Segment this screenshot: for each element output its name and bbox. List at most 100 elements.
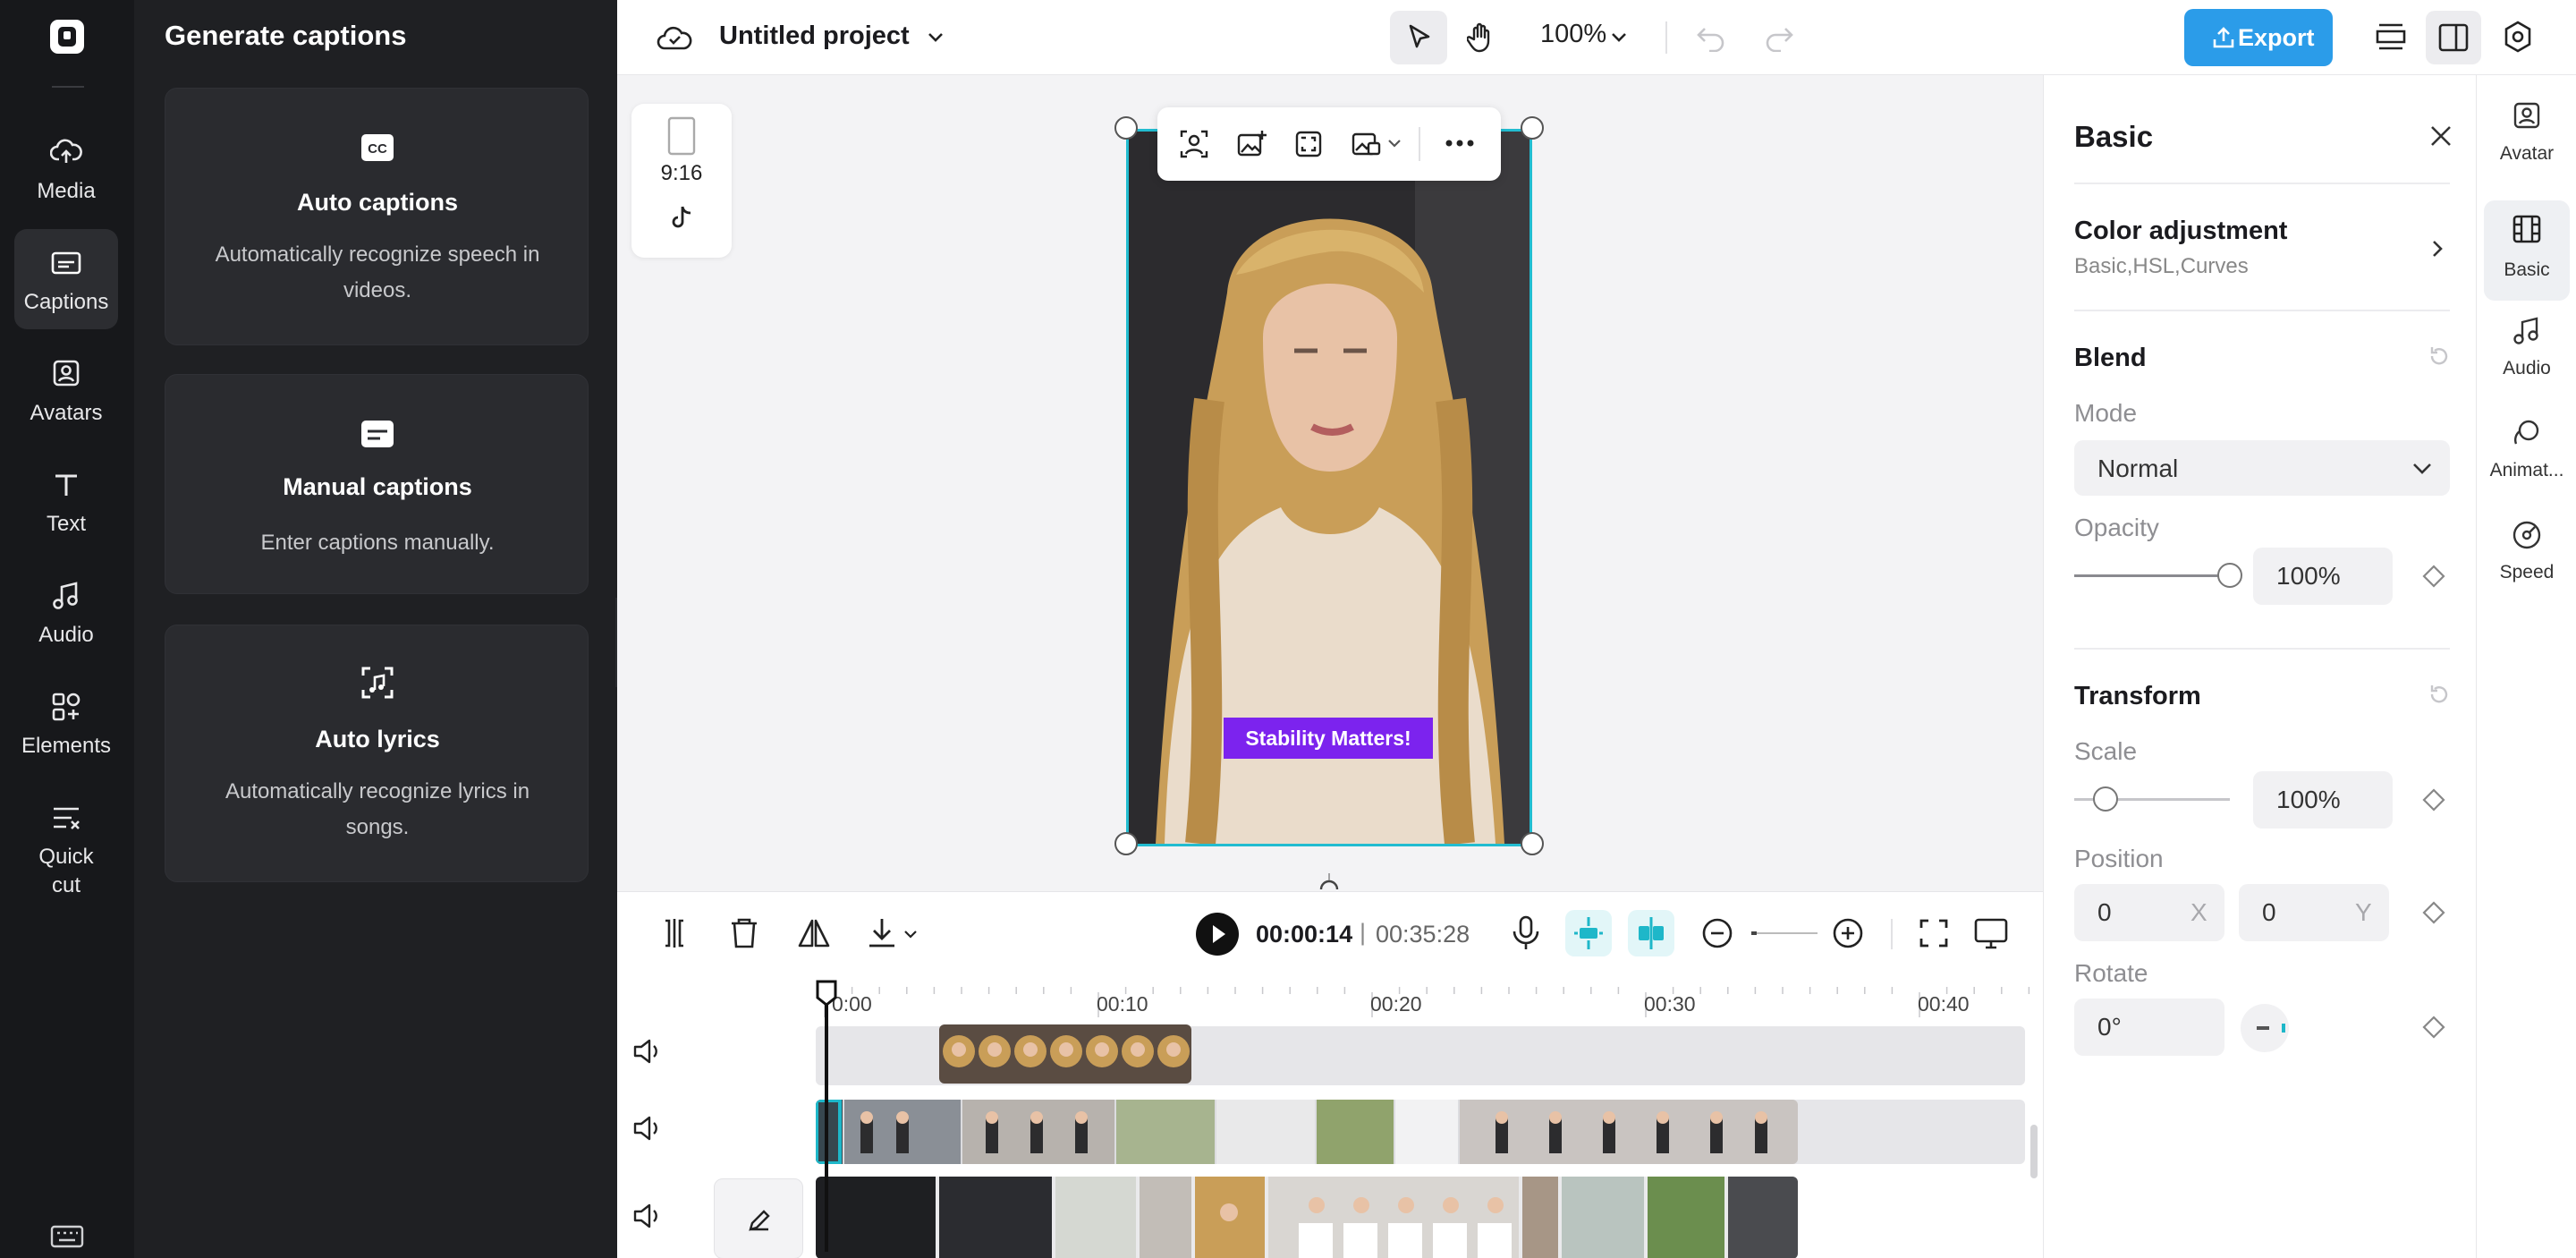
- keyframe-icon[interactable]: [2421, 564, 2446, 589]
- right-rail-item-basic[interactable]: Basic: [2484, 200, 2570, 301]
- rail-label: Media: [37, 179, 96, 203]
- opacity-slider[interactable]: [2074, 574, 2230, 577]
- crop-icon[interactable]: [1293, 129, 1324, 159]
- position-y-input[interactable]: 0 Y: [2239, 884, 2389, 941]
- aspect-ratio-card[interactable]: 9:16: [631, 104, 732, 258]
- layers-icon[interactable]: [2374, 21, 2408, 54]
- chevron-down-icon[interactable]: [925, 27, 946, 48]
- keyboard-icon[interactable]: [50, 1224, 84, 1249]
- resize-handle-bl[interactable]: [1114, 832, 1138, 855]
- reset-icon[interactable]: [2427, 344, 2452, 369]
- hand-tool-button[interactable]: [1453, 11, 1510, 64]
- main-video-clips[interactable]: [816, 1100, 1798, 1164]
- playhead-handle[interactable]: [816, 980, 837, 1007]
- right-rail-item-animation[interactable]: Animat...: [2484, 404, 2570, 501]
- playhead[interactable]: [825, 983, 828, 1252]
- zoom-chevron-icon[interactable]: [1608, 27, 1630, 48]
- position-x-input[interactable]: 0 X: [2074, 884, 2224, 941]
- layout-toggle-button[interactable]: [2426, 11, 2481, 64]
- rotate-handle-icon[interactable]: [1317, 873, 1342, 891]
- more-icon[interactable]: [1442, 134, 1478, 152]
- cloud-save-icon[interactable]: [657, 21, 692, 54]
- track-mute-icon[interactable]: [631, 1035, 664, 1067]
- speed-icon: [2512, 521, 2541, 549]
- music-note-icon: [2513, 317, 2538, 344]
- rail-item-avatars[interactable]: Avatars: [14, 340, 118, 440]
- chevron-down-icon[interactable]: [1386, 138, 1402, 150]
- keyframe-icon[interactable]: [2421, 1015, 2446, 1040]
- broll-track-clips[interactable]: [816, 1177, 1798, 1258]
- blend-mode-select[interactable]: Normal: [2074, 440, 2450, 496]
- rail-item-quick-cut[interactable]: Quick cut: [14, 784, 118, 909]
- auto-captions-card[interactable]: CC Auto captions Automatically recognize…: [165, 88, 589, 345]
- keyframe-icon[interactable]: [2421, 787, 2446, 812]
- play-button[interactable]: [1195, 912, 1240, 956]
- rail-item-elements[interactable]: Elements: [14, 673, 118, 773]
- rotate-dial[interactable]: [2239, 1002, 2291, 1054]
- export-button[interactable]: Export: [2184, 9, 2333, 66]
- resize-handle-tr[interactable]: [1521, 116, 1544, 140]
- right-rail-item-audio[interactable]: Audio: [2484, 302, 2570, 399]
- tick-label: 00:20: [1370, 992, 1422, 1016]
- image-adjust-icon[interactable]: [1351, 129, 1381, 159]
- close-icon[interactable]: [2427, 122, 2455, 150]
- rotate-input[interactable]: 0°: [2074, 999, 2224, 1056]
- zoom-in-icon[interactable]: [1825, 910, 1871, 956]
- opacity-slider-knob[interactable]: [2217, 563, 2242, 588]
- pencil-icon: [749, 1210, 770, 1231]
- edit-cover-button[interactable]: [714, 1178, 803, 1258]
- select-tool-button[interactable]: [1390, 11, 1447, 64]
- track-mute-icon[interactable]: [631, 1200, 664, 1232]
- resize-handle-br[interactable]: [1521, 832, 1544, 855]
- magnet-snap-button[interactable]: [1565, 910, 1612, 956]
- redo-icon[interactable]: [1764, 23, 1794, 52]
- remove-background-icon[interactable]: [1179, 129, 1209, 159]
- card-title: Manual captions: [283, 473, 472, 500]
- cc-icon: CC: [361, 134, 394, 161]
- replace-image-icon[interactable]: [1236, 129, 1267, 159]
- track-mute-icon[interactable]: [631, 1112, 664, 1144]
- captions-icon: [51, 251, 81, 275]
- settings-icon[interactable]: [2501, 20, 2535, 54]
- elements-icon: [52, 693, 80, 721]
- overlay-clip[interactable]: [939, 1024, 1191, 1084]
- opacity-input[interactable]: 100%: [2253, 548, 2393, 605]
- scale-input[interactable]: 100%: [2253, 771, 2393, 829]
- split-icon[interactable]: [651, 910, 698, 956]
- aspect-ratio-label: 9:16: [660, 161, 703, 185]
- right-rail-item-speed[interactable]: Speed: [2484, 506, 2570, 603]
- mirror-icon[interactable]: [791, 910, 837, 956]
- preview-screen-icon[interactable]: [1968, 910, 2014, 956]
- keyframe-icon[interactable]: [2421, 900, 2446, 925]
- right-rail-item-avatar[interactable]: Avatar: [2484, 88, 2570, 184]
- zoom-level[interactable]: 100%: [1540, 20, 1606, 49]
- undo-icon[interactable]: [1696, 23, 1726, 52]
- rotate-label: Rotate: [2074, 959, 2148, 987]
- timeline-scrollbar[interactable]: [2030, 1125, 2038, 1178]
- panel-layout-icon: [2438, 23, 2469, 52]
- reset-icon[interactable]: [2427, 682, 2452, 707]
- scale-label: Scale: [2074, 737, 2138, 765]
- quick-cut-icon: [54, 807, 80, 829]
- rail-item-text[interactable]: Text: [14, 451, 118, 551]
- caption-overlay[interactable]: Stability Matters!: [1224, 718, 1433, 759]
- download-icon[interactable]: [860, 910, 923, 956]
- project-title[interactable]: Untitled project: [719, 21, 910, 51]
- color-adjustment-subtitle: Basic,HSL,Curves: [2074, 254, 2249, 278]
- split-scene-button[interactable]: [1628, 910, 1674, 956]
- manual-captions-card[interactable]: Manual captions Enter captions manually.: [165, 374, 589, 594]
- fullscreen-icon[interactable]: [1911, 910, 1957, 956]
- rail-item-audio[interactable]: Audio: [14, 562, 118, 662]
- resize-handle-tl[interactable]: [1114, 116, 1138, 140]
- zoom-slider[interactable]: [1751, 931, 1818, 935]
- rail-item-captions[interactable]: Captions: [14, 229, 118, 329]
- microphone-icon[interactable]: [1503, 910, 1549, 956]
- zoom-out-icon[interactable]: [1694, 910, 1741, 956]
- auto-lyrics-card[interactable]: Auto lyrics Automatically recognize lyri…: [165, 625, 589, 882]
- divider: [2074, 310, 2450, 311]
- app-logo[interactable]: [50, 20, 84, 54]
- right-rail-label: Basic: [2504, 259, 2550, 280]
- delete-icon[interactable]: [721, 910, 767, 956]
- scale-slider-knob[interactable]: [2092, 786, 2118, 812]
- rail-item-media[interactable]: Media: [14, 118, 118, 218]
